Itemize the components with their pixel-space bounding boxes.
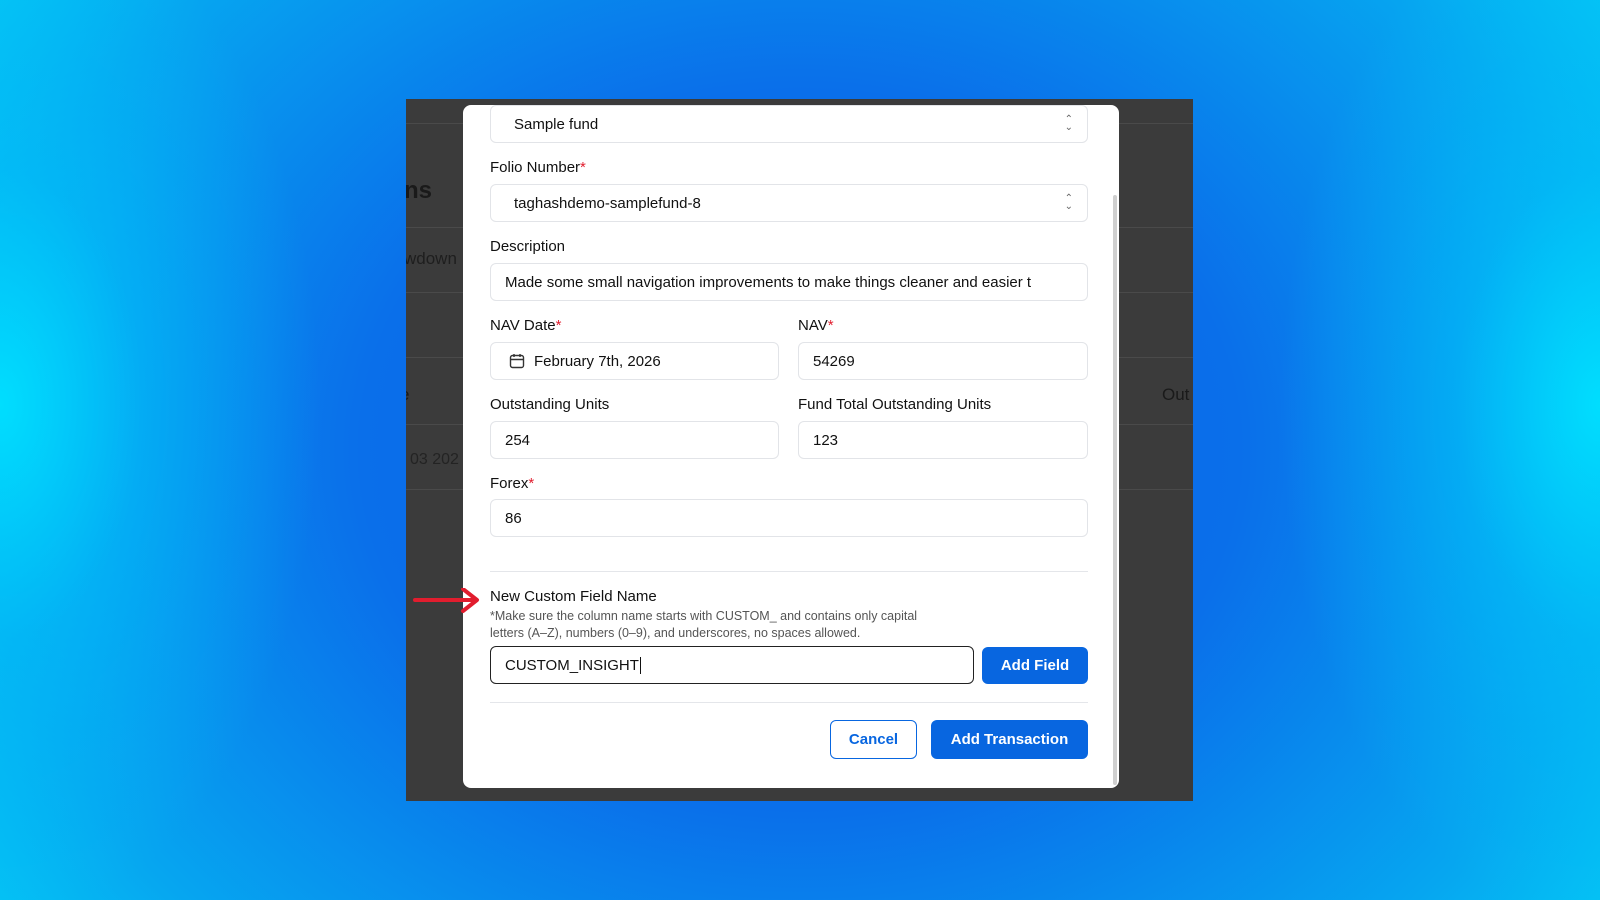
- arrow-right-icon: [413, 588, 479, 613]
- calendar-icon: [509, 353, 525, 369]
- nav-input[interactable]: 54269: [798, 342, 1088, 380]
- custom-field-label: New Custom Field Name: [490, 588, 657, 605]
- forex-value: 86: [505, 509, 522, 527]
- description-input[interactable]: Made some small navigation improvements …: [490, 263, 1088, 301]
- page-heading: ns: [406, 177, 433, 204]
- nav-label: NAV*: [798, 317, 834, 334]
- divider: [490, 571, 1088, 572]
- custom-field-hint: *Make sure the column name starts with C…: [490, 608, 917, 642]
- column-header: Out: [1162, 385, 1190, 404]
- fund-total-units-value: 123: [813, 431, 839, 449]
- nav-value: 54269: [813, 352, 855, 370]
- column-header: e: [406, 385, 409, 405]
- table-cell: 03 202: [410, 451, 459, 468]
- nav-date-picker[interactable]: February 7th, 2026: [490, 342, 779, 380]
- outstanding-units-value: 254: [505, 431, 531, 449]
- chevron-updown-icon: ⌃ ⌄: [1064, 193, 1073, 212]
- folio-label: Folio Number*: [490, 159, 586, 176]
- outstanding-units-input[interactable]: 254: [490, 421, 779, 459]
- fund-total-units-input[interactable]: 123: [798, 421, 1088, 459]
- tab-label[interactable]: wdown: [406, 249, 457, 269]
- background-glow-left: [0, 0, 420, 900]
- text-caret: [639, 656, 641, 674]
- cancel-button[interactable]: Cancel: [830, 720, 917, 759]
- folio-select-value: taghashdemo-samplefund-8: [514, 194, 701, 212]
- fund-select[interactable]: Sample fund ⌃ ⌄: [490, 105, 1088, 143]
- fund-select-value: Sample fund: [514, 115, 599, 133]
- app-window: ns wdown e Out 03 202 Sample fund ⌃⌄ Fol…: [406, 99, 1193, 801]
- folio-select[interactable]: taghashdemo-samplefund-8 ⌃ ⌄: [490, 184, 1088, 222]
- add-transaction-modal: Sample fund ⌃ ⌄ Folio Number* taghashdemo…: [463, 105, 1119, 788]
- chevron-updown-icon: ⌃ ⌄: [1064, 114, 1073, 133]
- description-label: Description: [490, 238, 566, 255]
- add-transaction-button[interactable]: Add Transaction: [931, 720, 1088, 759]
- scrollbar[interactable]: [1113, 195, 1117, 785]
- hint-line: letters (A–Z), numbers (0–9), and unders…: [490, 626, 861, 640]
- divider: [490, 702, 1088, 703]
- forex-input[interactable]: 86: [490, 499, 1088, 537]
- fund-total-units-label: Fund Total Outstanding Units: [798, 396, 992, 413]
- custom-field-value: CUSTOM_INSIGHT: [505, 656, 639, 674]
- custom-field-input[interactable]: CUSTOM_INSIGHT: [490, 646, 974, 684]
- outstanding-units-label: Outstanding Units: [490, 396, 610, 413]
- forex-label: Forex*: [490, 475, 535, 492]
- background-glow-right: [1180, 0, 1600, 900]
- description-value: Made some small navigation improvements …: [505, 273, 1032, 291]
- nav-date-value: February 7th, 2026: [534, 352, 661, 370]
- add-field-button[interactable]: Add Field: [982, 647, 1088, 684]
- hint-line: *Make sure the column name starts with C…: [490, 609, 918, 623]
- nav-date-label: NAV Date*: [490, 317, 562, 334]
